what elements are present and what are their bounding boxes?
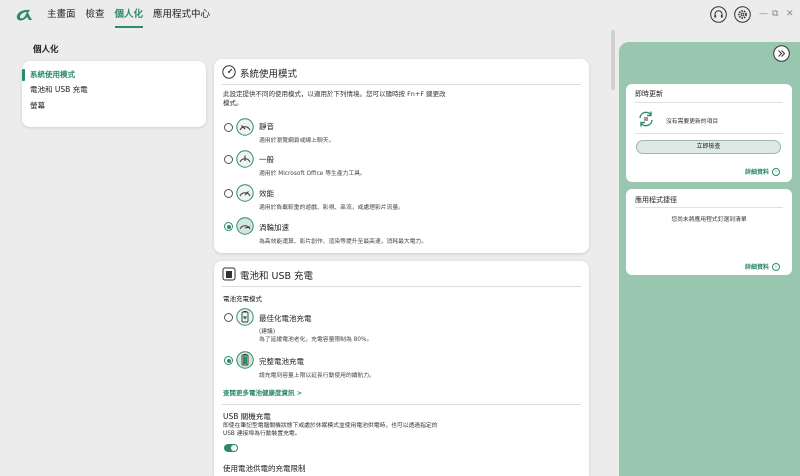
usage-mode-description: 此設定提供不同的使用模式，以適用於下列情境。您可以隨時按 Fn+F 鍵更改模式。 bbox=[223, 90, 446, 107]
divider bbox=[635, 207, 783, 208]
battery-usb-card: 電池和 USB 充電 電池充電模式 最佳化電池充電 (建議) 為了延緩電池老化，… bbox=[214, 261, 589, 476]
usage-mode-title: 系統使用模式 bbox=[240, 69, 298, 80]
option-title-turbo: 渦輪加速 bbox=[259, 223, 289, 232]
main-nav: 主畫面 檢查 個人化 應用程式中心 bbox=[47, 0, 220, 30]
collapse-panel-icon[interactable] bbox=[773, 45, 790, 62]
divider bbox=[222, 404, 581, 405]
option-desc-performance: 適用於負載較重的遊戲、影視、串流，或處理影片流量。 bbox=[259, 205, 404, 211]
headset-icon[interactable] bbox=[710, 6, 727, 23]
shortcuts-details-label: 詳細資料 bbox=[744, 264, 769, 271]
chevron-right-icon: › bbox=[772, 167, 780, 176]
option-desc-optimized: 為了延緩電池老化，充電容量限制為 80%。 bbox=[259, 337, 373, 343]
check-now-button[interactable]: 立即檢查 bbox=[636, 140, 781, 154]
battery-limit-title: 使用電池供電的充電限制 bbox=[223, 464, 306, 473]
nav-check[interactable]: 檢查 bbox=[86, 0, 105, 30]
acer-logo bbox=[16, 9, 32, 21]
main-scrollbar[interactable] bbox=[611, 30, 615, 90]
option-desc-normal: 適用於 Microsoft Office 等生產力工具。 bbox=[259, 171, 366, 177]
nav-home[interactable]: 主畫面 bbox=[47, 0, 76, 30]
option-desc-quiet: 適用於瀏覽網頁或線上聊天。 bbox=[259, 138, 335, 144]
app-shortcuts-card: 應用程式捷徑 您尚未將應用程式釘選到清單 詳細資料 › bbox=[626, 189, 792, 275]
chevron-right-icon: › bbox=[772, 262, 780, 271]
battery-heart-icon bbox=[236, 308, 254, 326]
radio-quiet[interactable] bbox=[224, 123, 233, 132]
nav-app-center[interactable]: 應用程式中心 bbox=[153, 0, 210, 30]
option-title-quiet: 靜音 bbox=[259, 122, 274, 131]
option-title-full: 完整電池充電 bbox=[259, 357, 304, 366]
radio-full-charge[interactable] bbox=[224, 356, 233, 365]
shortcuts-details-link[interactable]: 詳細資料 › bbox=[745, 262, 780, 271]
divider bbox=[635, 133, 783, 134]
radio-performance[interactable] bbox=[224, 189, 233, 198]
usage-mode-card: 系統使用模式 此設定提供不同的使用模式，以適用於下列情境。您可以隨時按 Fn+F… bbox=[214, 59, 589, 253]
nav-personalize[interactable]: 個人化 bbox=[114, 0, 143, 30]
option-title-performance: 效能 bbox=[259, 189, 274, 198]
live-update-title: 即時更新 bbox=[635, 90, 663, 98]
page-title: 個人化 bbox=[33, 45, 59, 55]
update-details-label: 詳細資料 bbox=[744, 169, 769, 176]
turbo-gauge-icon bbox=[236, 217, 254, 235]
shortcuts-empty-message: 您尚未將應用程式釘選到清單 bbox=[671, 217, 747, 223]
refresh-icon bbox=[639, 111, 653, 127]
sidebar-item-usage-mode[interactable]: 系統使用模式 bbox=[30, 68, 75, 82]
battery-full-icon bbox=[236, 351, 254, 369]
active-indicator bbox=[22, 69, 25, 81]
radio-normal[interactable] bbox=[224, 155, 233, 164]
usb-charge-description: 即使在筆記型電腦關機狀態下或處於休眠模式並使用電池供電時，也可以透過指定的 US… bbox=[223, 423, 438, 437]
divider bbox=[222, 84, 581, 85]
live-update-card: 即時更新 沒有需要更新的項目 立即檢查 詳細資料 › bbox=[626, 84, 792, 182]
option-title-normal: 一般 bbox=[259, 155, 274, 164]
option-title-optimized: 最佳化電池充電 bbox=[259, 314, 312, 323]
usb-charge-title: USB 關機充電 bbox=[223, 412, 271, 421]
divider bbox=[222, 286, 581, 287]
sidebar-item-display[interactable]: 螢幕 bbox=[30, 99, 45, 113]
battery-usb-title: 電池和 USB 充電 bbox=[240, 271, 314, 282]
restore-button[interactable]: ⧉ bbox=[772, 8, 778, 20]
app-shortcuts-title: 應用程式捷徑 bbox=[635, 196, 677, 204]
option-desc-turbo: 為高效能運算、影片創作、渲染等提升至最高速，消耗最大電力。 bbox=[259, 239, 428, 245]
left-nav-card: 系統使用模式 電池和 USB 充電 螢幕 bbox=[22, 61, 206, 127]
radio-turbo[interactable] bbox=[224, 222, 233, 231]
top-bar: 主畫面 檢查 個人化 應用程式中心 — ⧉ ✕ bbox=[0, 0, 800, 30]
divider bbox=[635, 102, 783, 103]
option-desc-full: 請充電到容量上限以延長行動使用的續航力。 bbox=[259, 373, 375, 379]
mode-dial-icon bbox=[222, 65, 236, 79]
radio-optimized-charge[interactable] bbox=[224, 313, 233, 322]
update-status: 沒有需要更新的項目 bbox=[666, 119, 719, 125]
performance-gauge-icon bbox=[236, 184, 254, 202]
close-button[interactable]: ✕ bbox=[786, 8, 794, 20]
update-details-link[interactable]: 詳細資料 › bbox=[745, 167, 780, 176]
normal-gauge-icon bbox=[236, 150, 254, 168]
minimize-button[interactable]: — bbox=[759, 8, 768, 20]
sidebar-item-battery-usb[interactable]: 電池和 USB 充電 bbox=[30, 83, 88, 97]
quiet-gauge-icon bbox=[236, 118, 254, 136]
gear-icon[interactable] bbox=[734, 6, 751, 23]
battery-icon bbox=[222, 267, 236, 281]
battery-health-link[interactable]: 查閱更多電池健康度資訊 > bbox=[223, 387, 302, 397]
charge-mode-label: 電池充電模式 bbox=[223, 295, 262, 303]
usb-charge-toggle[interactable] bbox=[224, 444, 238, 452]
